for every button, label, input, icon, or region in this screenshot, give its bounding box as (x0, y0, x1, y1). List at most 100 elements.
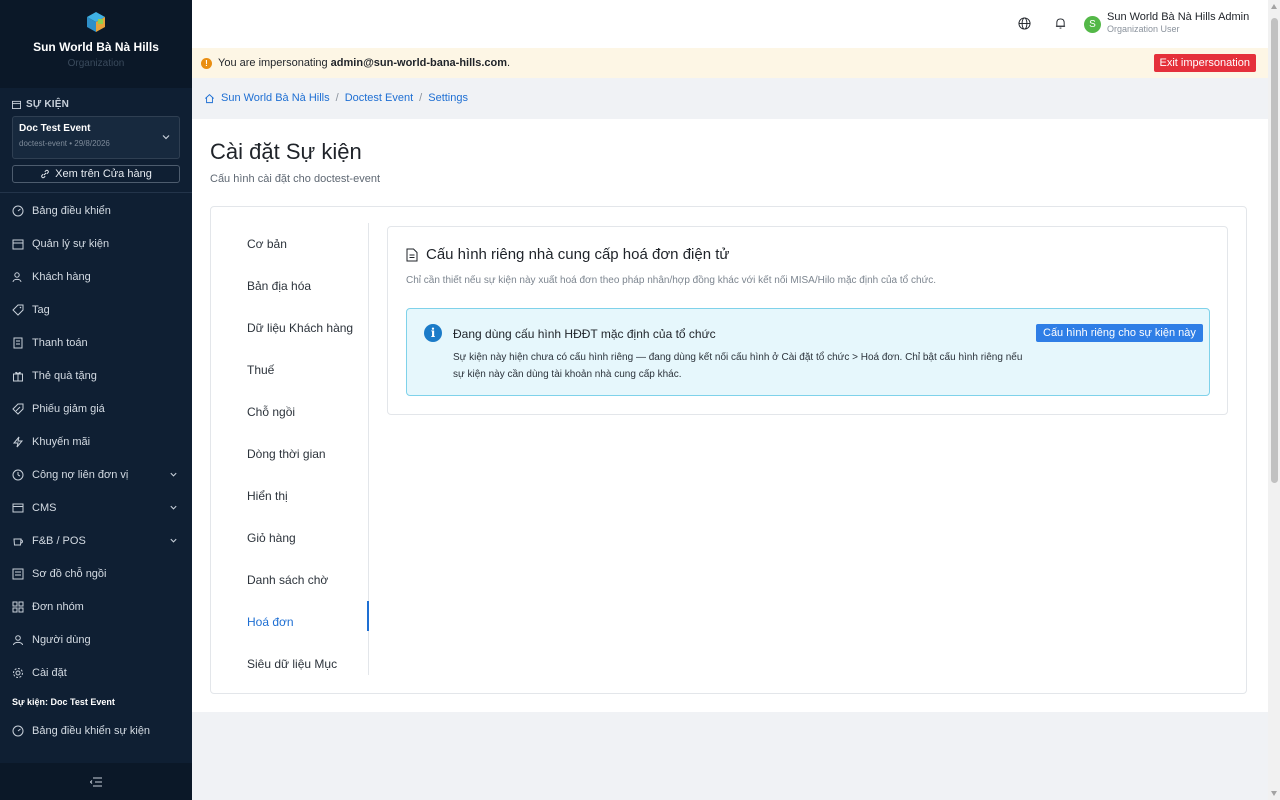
user-name: Sun World Bà Nà Hills Admin (1107, 11, 1250, 23)
tab-display[interactable]: Hiển thị (211, 475, 368, 517)
scrollbar[interactable] (1268, 0, 1280, 800)
breadcrumb-current[interactable]: Settings (428, 92, 468, 104)
dashboard-icon (12, 205, 24, 216)
globe-icon[interactable] (1018, 17, 1031, 30)
info-icon: i (424, 324, 442, 342)
menu-collapse-icon (90, 777, 102, 786)
breadcrumb: Sun World Bà Nà Hills / Doctest Event / … (192, 78, 1268, 118)
event-name: Doc Test Event (19, 123, 91, 134)
einvoice-panel: Cấu hình riêng nhà cung cấp hoá đơn điện… (387, 226, 1228, 415)
sidebar-item-users[interactable]: Người dùng (0, 623, 192, 656)
sidebar-item-fnb-pos[interactable]: F&B / POS (0, 524, 192, 557)
info-body: Sự kiện này hiện chưa có cấu hình riêng … (453, 352, 1023, 380)
main-content: Cài đặt Sự kiện Cấu hình cài đặt cho doc… (192, 119, 1268, 712)
sidebar-item-debt[interactable]: Công nợ liên đơn vị (0, 458, 192, 491)
section-label: SỰ KIỆN (0, 99, 192, 110)
panel-title: Cấu hình riêng nhà cung cấp hoá đơn điện… (406, 246, 729, 263)
tab-localization[interactable]: Bản địa hóa (211, 265, 368, 307)
sidebar-item-event-dashboard[interactable]: Bảng điều khiển sự kiện (0, 714, 192, 747)
configure-event-button[interactable]: Cấu hình riêng cho sự kiện này (1036, 324, 1203, 342)
event-selector[interactable]: Doc Test Event doctest-event • 29/8/2026 (12, 116, 180, 159)
brand-sub: Organization (67, 58, 125, 69)
exit-impersonation-button[interactable]: Exit impersonation (1153, 54, 1256, 72)
receipt-icon (13, 337, 23, 348)
warning-icon: ! (201, 57, 212, 69)
tab-timeline[interactable]: Dòng thời gian (211, 433, 368, 475)
cube-logo-icon (87, 12, 105, 32)
tab-item-metadata[interactable]: Siêu dữ liệu Mục (211, 643, 368, 685)
dashboard-icon (12, 725, 24, 736)
sidebar-item-settings[interactable]: Cài đặt (0, 656, 192, 689)
tab-basic[interactable]: Cơ bản (211, 223, 368, 265)
info-alert: i Đang dùng cấu hình HĐĐT mặc định của t… (406, 308, 1210, 396)
ledger-icon (12, 469, 24, 480)
sidebar-item-seat-map[interactable]: Sơ đồ chỗ ngồi (0, 557, 192, 590)
settings-tabs: Cơ bản Bản địa hóa Dữ liệu Khách hàng Th… (211, 223, 369, 675)
sidebar-item-promotions[interactable]: Khuyến mãi (0, 425, 192, 458)
chevron-down-icon (170, 538, 177, 543)
sidebar-item-dashboard[interactable]: Bảng điều khiển (0, 194, 192, 227)
link-icon (41, 169, 49, 179)
tag-icon (12, 304, 24, 316)
breadcrumb-home[interactable]: Sun World Bà Nà Hills (221, 92, 330, 104)
chevron-down-icon (170, 505, 177, 510)
users-icon (12, 271, 22, 282)
breadcrumb-event[interactable]: Doctest Event (345, 92, 413, 104)
sidebar-item-events[interactable]: Quản lý sự kiện (0, 227, 192, 260)
scrollbar-thumb[interactable] (1271, 18, 1278, 483)
bolt-icon (12, 436, 24, 447)
sidebar-item-cms[interactable]: CMS (0, 491, 192, 524)
banner-email: admin@sun-world-bana-hills.com (330, 57, 508, 69)
event-nav: Bảng điều khiển sự kiện (0, 714, 192, 747)
sidebar-item-customers[interactable]: Khách hàng (0, 260, 192, 293)
scroll-up-icon[interactable] (1271, 4, 1277, 9)
cms-icon (12, 503, 24, 512)
grid-icon (12, 601, 24, 612)
calendar-icon (12, 239, 24, 249)
event-section-heading: Sự kiện: Doc Test Event (12, 697, 115, 707)
brand[interactable]: Sun World Bà Nà Hills Organization (0, 0, 192, 88)
tab-customer-data[interactable]: Dữ liệu Khách hàng (211, 307, 368, 349)
brand-name: Sun World Bà Nà Hills (33, 40, 159, 54)
chevron-down-icon (162, 135, 170, 140)
user-menu[interactable]: S Sun World Bà Nà Hills Admin Organizati… (1084, 11, 1249, 34)
tab-invoice[interactable]: Hoá đơn (211, 601, 369, 643)
sidebar-item-gift-cards[interactable]: Thẻ quà tặng (0, 359, 192, 392)
user-icon (13, 634, 23, 645)
avatar: S (1084, 16, 1101, 33)
impersonation-banner: ! You are impersonating admin@sun-world-… (192, 48, 1268, 78)
document-icon (406, 248, 418, 261)
sidebar-item-vouchers[interactable]: Phiếu giảm giá (0, 392, 192, 425)
banner-prefix: You are impersonating (218, 57, 328, 69)
scroll-down-icon[interactable] (1271, 791, 1277, 796)
coffee-icon (13, 538, 23, 545)
coupon-icon (12, 403, 24, 415)
sidebar-item-group-orders[interactable]: Đơn nhóm (0, 590, 192, 623)
top-bar: S Sun World Bà Nà Hills Admin Organizati… (192, 0, 1268, 48)
bell-icon[interactable] (1055, 17, 1066, 30)
view-store-button[interactable]: Xem trên Cửa hàng (12, 165, 180, 183)
home-icon (205, 93, 214, 103)
sidebar: Sun World Bà Nà Hills Organization SỰ KI… (0, 0, 192, 800)
page-title: Cài đặt Sự kiện (210, 139, 362, 164)
seatmap-icon (12, 568, 24, 579)
gift-icon (13, 371, 23, 381)
tab-waitlist[interactable]: Danh sách chờ (211, 559, 368, 601)
user-role: Organization User (1107, 24, 1180, 34)
breadcrumb-separator: / (419, 92, 423, 104)
sidebar-item-payments[interactable]: Thanh toán (0, 326, 192, 359)
gear-icon (13, 667, 23, 678)
settings-card: Cơ bản Bản địa hóa Dữ liệu Khách hàng Th… (210, 206, 1247, 694)
event-meta: doctest-event • 29/8/2026 (19, 139, 110, 148)
breadcrumb-separator: / (335, 92, 339, 104)
sidebar-nav: Bảng điều khiển Quản lý sự kiện Khách hà… (0, 194, 192, 689)
tab-seating[interactable]: Chỗ ngồi (211, 391, 368, 433)
banner-suffix: . (507, 57, 511, 69)
tab-tax[interactable]: Thuế (211, 349, 368, 391)
calendar-icon (12, 100, 21, 109)
sidebar-item-tag[interactable]: Tag (0, 293, 192, 326)
sidebar-collapse-button[interactable] (0, 763, 192, 800)
tab-cart[interactable]: Giỏ hàng (211, 517, 368, 559)
divider (0, 192, 192, 193)
chevron-down-icon (170, 472, 177, 477)
